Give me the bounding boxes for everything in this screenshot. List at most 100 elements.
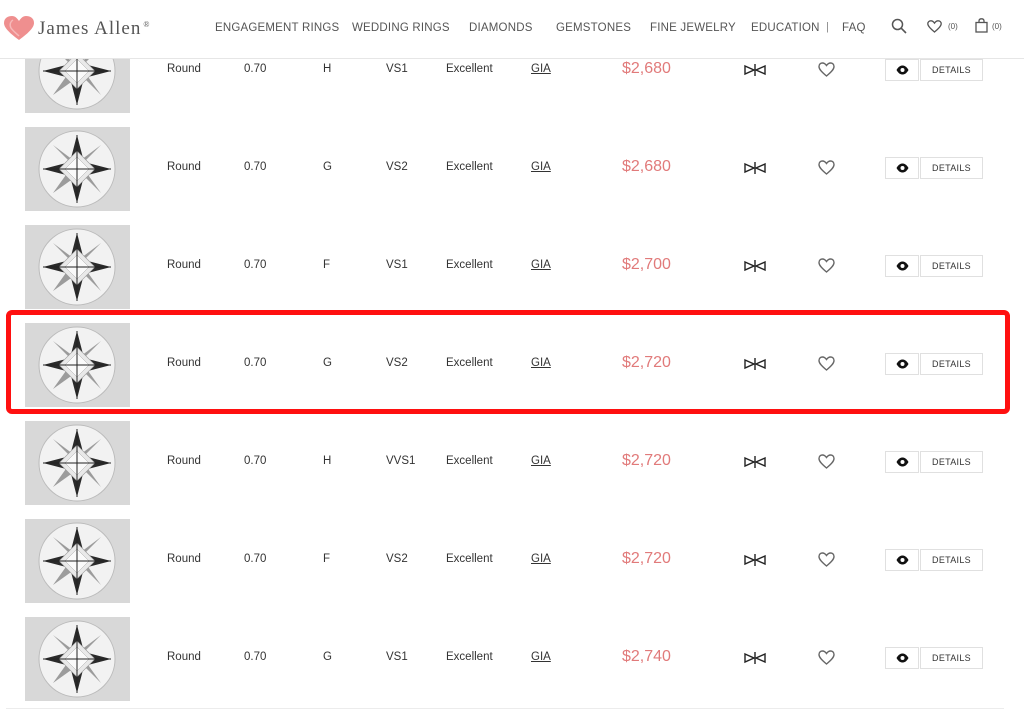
cut-value: Excellent <box>446 357 493 369</box>
price-value: $2,740 <box>622 648 671 665</box>
eye-icon <box>896 359 909 369</box>
nav-fine-jewelry[interactable]: FINE JEWELRY <box>650 22 736 34</box>
eye-icon <box>896 555 909 565</box>
brand-name: James Allen ® <box>38 18 151 39</box>
compare-bowtie-icon[interactable] <box>744 554 766 566</box>
lab-report-link[interactable]: GIA <box>531 63 551 75</box>
nav-wedding-rings[interactable]: WEDDING RINGS <box>352 22 450 34</box>
diamond-image <box>38 620 116 698</box>
lab-report-link[interactable]: GIA <box>531 161 551 173</box>
nav-education[interactable]: EDUCATION <box>751 22 820 34</box>
brand-logo[interactable]: James Allen ® <box>4 14 150 44</box>
quick-view-button[interactable] <box>885 157 919 179</box>
clarity-value: VVS1 <box>386 455 416 467</box>
diamond-thumbnail[interactable] <box>25 323 130 407</box>
eye-icon <box>896 653 909 663</box>
price-value: $2,700 <box>622 256 671 273</box>
carat-value: 0.70 <box>244 651 267 663</box>
color-value: H <box>323 63 332 75</box>
diamond-thumbnail[interactable] <box>25 617 130 701</box>
carat-value: 0.70 <box>244 357 267 369</box>
details-button[interactable]: DETAILS <box>920 157 983 179</box>
lab-report-link[interactable]: GIA <box>531 357 551 369</box>
carat-value: 0.70 <box>244 63 267 75</box>
compare-bowtie-icon[interactable] <box>744 260 766 272</box>
wishlist-heart-icon[interactable] <box>818 62 835 77</box>
compare-bowtie-icon[interactable] <box>744 456 766 468</box>
cut-value: Excellent <box>446 455 493 467</box>
quick-view-button[interactable] <box>885 451 919 473</box>
eye-icon <box>896 261 909 271</box>
price-value: $2,680 <box>622 60 671 77</box>
nav-separator: | <box>826 21 829 33</box>
details-button[interactable]: DETAILS <box>920 647 983 669</box>
wishlist-heart-icon[interactable] <box>927 20 942 33</box>
eye-icon <box>896 457 909 467</box>
diamond-image <box>38 228 116 306</box>
cut-value: Excellent <box>446 259 493 271</box>
diamond-result-row[interactable]: Round 0.70 G VS1 Excellent GIA $2,740 DE… <box>6 610 1004 709</box>
clarity-value: VS2 <box>386 357 408 369</box>
quick-view-button[interactable] <box>885 255 919 277</box>
shape-value: Round <box>167 259 201 271</box>
carat-value: 0.70 <box>244 161 267 173</box>
details-button[interactable]: DETAILS <box>920 549 983 571</box>
diamond-image <box>38 326 116 404</box>
lab-report-link[interactable]: GIA <box>531 259 551 271</box>
lab-report-link[interactable]: GIA <box>531 455 551 467</box>
wishlist-heart-icon[interactable] <box>818 160 835 175</box>
diamond-image <box>38 424 116 502</box>
nav-diamonds[interactable]: DIAMONDS <box>469 22 533 34</box>
diamond-image <box>38 522 116 600</box>
wishlist-count: (0) <box>948 22 958 31</box>
wishlist-heart-icon[interactable] <box>818 454 835 469</box>
compare-bowtie-icon[interactable] <box>744 652 766 664</box>
quick-view-button[interactable] <box>885 647 919 669</box>
shape-value: Round <box>167 63 201 75</box>
nav-engagement-rings[interactable]: ENGAGEMENT RINGS <box>215 22 339 34</box>
quick-view-button[interactable] <box>885 353 919 375</box>
shape-value: Round <box>167 553 201 565</box>
wishlist-heart-icon[interactable] <box>818 650 835 665</box>
price-value: $2,720 <box>622 452 671 469</box>
diamond-result-row[interactable]: Round 0.70 G VS2 Excellent GIA $2,720 DE… <box>6 316 1004 415</box>
diamond-result-row[interactable]: Round 0.70 F VS2 Excellent GIA $2,720 DE… <box>6 512 1004 611</box>
wishlist-heart-icon[interactable] <box>818 356 835 371</box>
search-icon[interactable] <box>891 18 907 34</box>
details-button[interactable]: DETAILS <box>920 451 983 473</box>
nav-faq[interactable]: FAQ <box>842 22 866 34</box>
quick-view-button[interactable] <box>885 549 919 571</box>
shape-value: Round <box>167 357 201 369</box>
compare-bowtie-icon[interactable] <box>744 64 766 76</box>
cart-count: (0) <box>992 22 1002 31</box>
cut-value: Excellent <box>446 63 493 75</box>
diamond-thumbnail[interactable] <box>25 225 130 309</box>
diamond-thumbnail[interactable] <box>25 127 130 211</box>
shape-value: Round <box>167 161 201 173</box>
clarity-value: VS2 <box>386 553 408 565</box>
diamond-result-row[interactable]: Round 0.70 F VS1 Excellent GIA $2,700 DE… <box>6 218 1004 317</box>
diamond-thumbnail[interactable] <box>25 519 130 603</box>
cut-value: Excellent <box>446 161 493 173</box>
wishlist-heart-icon[interactable] <box>818 258 835 273</box>
quick-view-button[interactable] <box>885 59 919 81</box>
shopping-bag-icon[interactable] <box>975 18 988 33</box>
color-value: G <box>323 651 332 663</box>
price-value: $2,680 <box>622 158 671 175</box>
nav-gemstones[interactable]: GEMSTONES <box>556 22 631 34</box>
wishlist-heart-icon[interactable] <box>818 552 835 567</box>
compare-bowtie-icon[interactable] <box>744 162 766 174</box>
diamond-thumbnail[interactable] <box>25 421 130 505</box>
clarity-value: VS1 <box>386 63 408 75</box>
details-button[interactable]: DETAILS <box>920 255 983 277</box>
diamond-result-row[interactable]: Round 0.70 G VS2 Excellent GIA $2,680 DE… <box>6 120 1004 219</box>
price-value: $2,720 <box>622 354 671 371</box>
compare-bowtie-icon[interactable] <box>744 358 766 370</box>
lab-report-link[interactable]: GIA <box>531 651 551 663</box>
details-button[interactable]: DETAILS <box>920 59 983 81</box>
lab-report-link[interactable]: GIA <box>531 553 551 565</box>
diamond-result-row[interactable]: Round 0.70 H VVS1 Excellent GIA $2,720 D… <box>6 414 1004 513</box>
diamond-image <box>38 130 116 208</box>
carat-value: 0.70 <box>244 259 267 271</box>
details-button[interactable]: DETAILS <box>920 353 983 375</box>
